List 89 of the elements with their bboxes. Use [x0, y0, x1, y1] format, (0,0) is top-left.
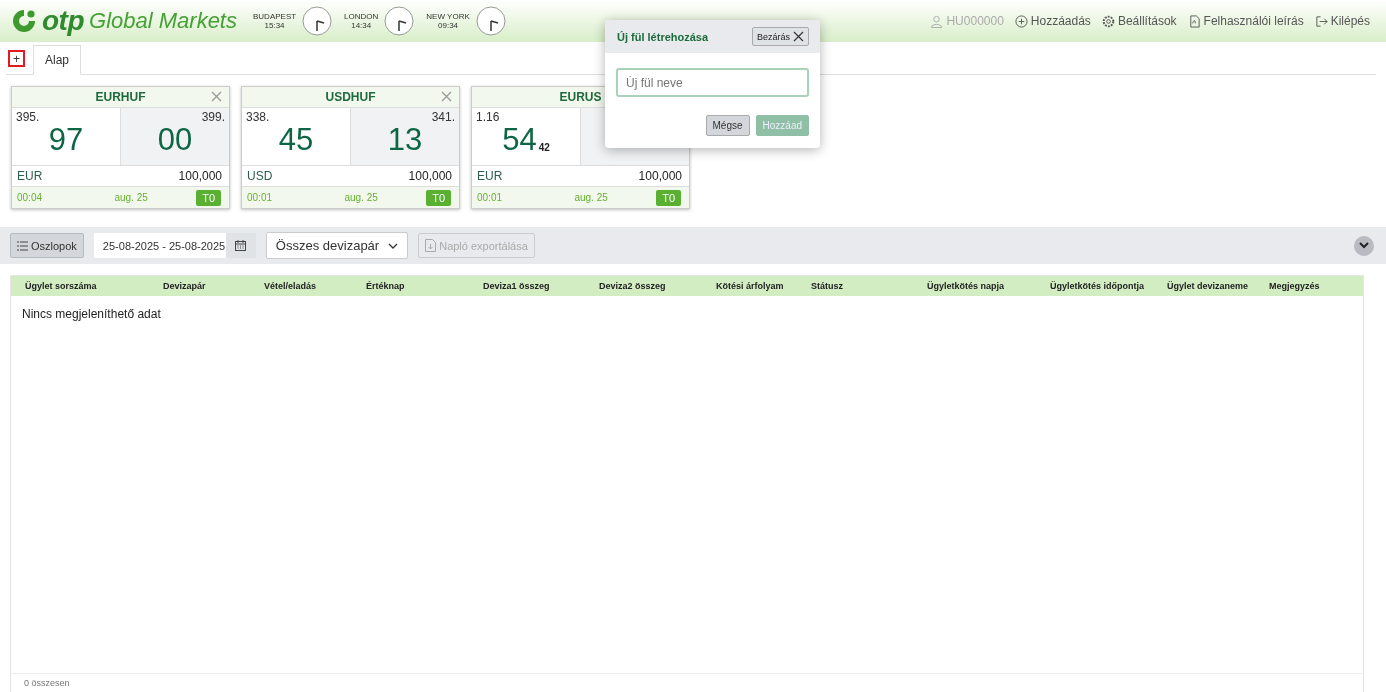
column-header[interactable]: Deviza2 összeg	[599, 281, 716, 291]
currency-label: EUR	[477, 169, 503, 183]
value-date: aug. 25	[574, 192, 608, 203]
currency-label: USD	[247, 169, 273, 183]
value-date: aug. 25	[114, 192, 148, 203]
tab-name-field[interactable]: Új fül neve	[616, 68, 809, 97]
column-header[interactable]: Devizapár	[163, 281, 264, 291]
user-id: HU000000	[946, 14, 1004, 28]
columns-button[interactable]: Oszlopok	[10, 233, 84, 258]
clock-time: 14:34	[351, 21, 372, 30]
price-prefix: 1.16	[476, 110, 500, 124]
close-icon[interactable]	[441, 91, 452, 102]
list-icon	[17, 240, 28, 251]
document-icon	[1187, 14, 1201, 28]
calendar-icon	[235, 240, 247, 251]
header-link[interactable]: Felhasználói leírás	[1187, 14, 1304, 28]
tab[interactable]: Alap	[33, 45, 82, 75]
column-header[interactable]: Ügylet devizaneme	[1167, 281, 1269, 291]
clock-city: LONDON	[344, 12, 379, 21]
user-icon	[930, 14, 944, 28]
currency-pair-select[interactable]: Összes devizapár	[265, 232, 409, 259]
timer-text: 00:01	[247, 192, 273, 203]
column-header[interactable]: Megjegyzés	[1269, 281, 1349, 291]
tenor-badge: T0	[656, 189, 681, 206]
bid-price-pane[interactable]: 395. 97	[12, 108, 120, 165]
calendar-button[interactable]	[225, 233, 256, 258]
exit-icon	[1314, 14, 1328, 28]
price-prefix: 395.	[16, 110, 40, 124]
empty-message: Nincs megjeleníthető adat	[22, 307, 161, 321]
currency-label: EUR	[17, 169, 43, 183]
plus-circle-icon	[1014, 14, 1028, 28]
column-header[interactable]: Ügyletkötés napja	[927, 281, 1050, 291]
gear-icon	[1101, 14, 1115, 28]
ask-price-pane[interactable]: 399. 00	[120, 108, 229, 165]
header-link[interactable]: Beállítások	[1101, 14, 1177, 28]
bid-price-pane[interactable]: 1.16 54 42	[472, 108, 580, 165]
column-header[interactable]: Ügylet sorszáma	[25, 281, 163, 291]
column-header[interactable]: Kötési árfolyam	[716, 281, 811, 291]
price-digits: 45	[278, 122, 314, 158]
timer-text: 00:04	[17, 192, 43, 203]
currency-pair: EURUS	[559, 90, 602, 104]
tenor-badge: T0	[196, 189, 221, 206]
amount-value[interactable]: 100,000	[178, 169, 222, 183]
price-digits: 13	[387, 122, 423, 158]
column-header[interactable]: Deviza1 összeg	[483, 281, 599, 291]
add-tab-button[interactable]: +	[8, 50, 25, 67]
dialog-title: Új fül létrehozása	[617, 30, 709, 43]
bid-price-pane[interactable]: 338. 45	[242, 108, 350, 165]
timer-text: 00:01	[477, 192, 503, 203]
close-icon[interactable]	[211, 91, 222, 102]
price-prefix: 399.	[201, 110, 225, 124]
header-link[interactable]: Kilépés	[1314, 14, 1370, 28]
price-digits: 54	[502, 122, 537, 158]
column-header[interactable]: Értéknap	[366, 281, 483, 291]
price-pip: 42	[538, 142, 550, 153]
value-date: aug. 25	[344, 192, 378, 203]
date-range-field[interactable]: 25-08-2025 - 25-08-2025	[93, 233, 226, 258]
close-icon	[793, 31, 804, 42]
column-header[interactable]: Státusz	[811, 281, 927, 291]
logo-icon	[10, 7, 38, 35]
expand-button[interactable]	[1354, 235, 1374, 256]
currency-pair: EURHUF	[95, 90, 146, 104]
logo-brand: otp	[42, 5, 85, 37]
logo-product: Global Markets	[89, 8, 237, 34]
column-header[interactable]: Ügyletkötés időpontja	[1050, 281, 1167, 291]
clock-icon	[384, 6, 415, 36]
clock-time: 09:34	[438, 21, 459, 30]
clock-city: NEW YORK	[426, 12, 470, 21]
close-button[interactable]: Bezárás	[751, 27, 809, 46]
ask-price-pane[interactable]: 341. 13	[350, 108, 459, 165]
chevron-down-icon	[388, 242, 399, 249]
row-count: 0 összesen	[24, 678, 70, 688]
dialog-button[interactable]: Mégse	[705, 115, 750, 136]
column-header[interactable]: Vétel/eladás	[264, 281, 366, 291]
amount-value[interactable]: 100,000	[638, 169, 682, 183]
chevron-down-icon	[1359, 242, 1369, 249]
tenor-badge: T0	[426, 189, 451, 206]
price-digits: 00	[157, 122, 193, 158]
clock-time: 15:34	[264, 21, 285, 30]
clock-icon	[302, 6, 333, 36]
currency-pair: USDHUF	[325, 90, 376, 104]
price-prefix: 338.	[246, 110, 270, 124]
amount-value[interactable]: 100,000	[408, 169, 452, 183]
price-prefix: 341.	[431, 110, 455, 124]
header-link[interactable]: Hozzáadás	[1014, 14, 1091, 28]
clock-city: BUDAPEST	[253, 12, 297, 21]
price-digits: 97	[48, 122, 84, 158]
download-file-icon	[425, 239, 437, 252]
clock-icon	[475, 6, 506, 36]
